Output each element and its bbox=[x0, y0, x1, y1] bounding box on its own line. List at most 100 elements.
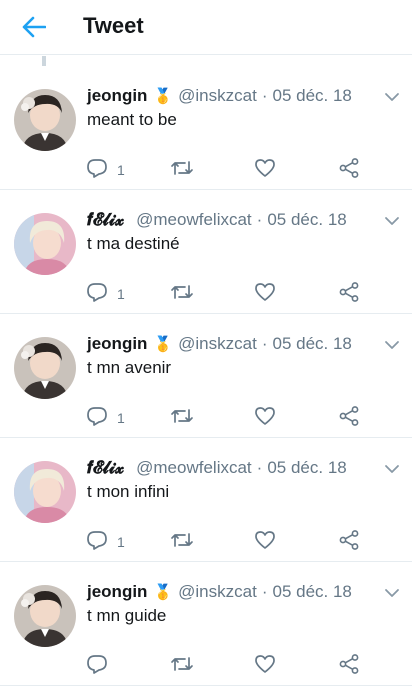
like-button[interactable] bbox=[254, 654, 276, 678]
reply-count: 1 bbox=[117, 410, 125, 426]
tweet-date[interactable]: 05 déc. 18 bbox=[272, 334, 351, 354]
share-button[interactable] bbox=[338, 405, 360, 432]
retweet-button[interactable] bbox=[170, 282, 194, 306]
reply-icon bbox=[86, 281, 108, 308]
tweet-actions bbox=[86, 653, 366, 680]
retweet-button[interactable] bbox=[170, 654, 194, 678]
share-icon bbox=[338, 653, 360, 680]
retweet-icon bbox=[170, 157, 194, 184]
tweet-header: 𝒇𝓔𝓵𝓲𝔁 @meowfelixcat · 05 déc. 18 bbox=[87, 458, 372, 478]
author-handle[interactable]: @meowfelixcat bbox=[136, 458, 252, 478]
reply-button[interactable]: 1 bbox=[86, 282, 125, 306]
reply-count: 1 bbox=[117, 286, 125, 302]
heart-icon bbox=[254, 281, 276, 308]
tweet-actions: 1 bbox=[86, 405, 366, 432]
avatar[interactable] bbox=[14, 461, 76, 523]
heart-icon bbox=[254, 157, 276, 184]
author-handle[interactable]: @inskzcat bbox=[178, 86, 257, 106]
author-name[interactable]: jeongin bbox=[87, 582, 147, 602]
tweet-text: t ma destiné bbox=[87, 234, 180, 253]
reply-icon bbox=[86, 157, 108, 184]
reply-count: 1 bbox=[117, 534, 125, 550]
like-button[interactable] bbox=[254, 530, 276, 554]
reply-button[interactable]: 1 bbox=[86, 406, 125, 430]
retweet-icon bbox=[170, 405, 194, 432]
author-name[interactable]: 𝒇𝓔𝓵𝓲𝔁 bbox=[87, 458, 124, 478]
like-button[interactable] bbox=[254, 406, 276, 430]
tweet-item[interactable]: jeongin 🥇 @inskzcat · 05 déc. 18 meant t… bbox=[0, 66, 412, 190]
tweet-header: jeongin 🥇 @inskzcat · 05 déc. 18 bbox=[87, 86, 372, 106]
tweet-text: t mon infini bbox=[87, 482, 170, 501]
reply-button[interactable]: 1 bbox=[86, 530, 125, 554]
avatar[interactable] bbox=[14, 585, 76, 647]
tweet-item[interactable]: 𝒇𝓔𝓵𝓲𝔁 @meowfelixcat · 05 déc. 18 t mon i… bbox=[0, 438, 412, 562]
tweet-item[interactable]: 𝒇𝓔𝓵𝓲𝔁 @meowfelixcat · 05 déc. 18 t ma de… bbox=[0, 190, 412, 314]
tweet-actions: 1 bbox=[86, 157, 366, 184]
tweet-actions: 1 bbox=[86, 281, 366, 308]
medal-emoji: 🥇 bbox=[153, 336, 173, 353]
app-header: Tweet bbox=[0, 0, 412, 55]
avatar[interactable] bbox=[14, 337, 76, 399]
tweet-item[interactable]: jeongin 🥇 @inskzcat · 05 déc. 18 t mn av… bbox=[0, 314, 412, 438]
tweet-date[interactable]: 05 déc. 18 bbox=[272, 582, 351, 602]
retweet-button[interactable] bbox=[170, 406, 194, 430]
reply-button[interactable] bbox=[86, 654, 117, 678]
separator-dot: · bbox=[256, 210, 263, 229]
author-name[interactable]: jeongin bbox=[87, 334, 147, 354]
tweet-item[interactable]: jeongin 🥇 @inskzcat · 05 déc. 18 t mn gu… bbox=[0, 562, 412, 686]
reply-icon bbox=[86, 529, 108, 556]
author-handle[interactable]: @inskzcat bbox=[178, 334, 257, 354]
page-title: Tweet bbox=[83, 13, 144, 38]
separator-dot: · bbox=[261, 334, 268, 353]
share-button[interactable] bbox=[338, 157, 360, 184]
author-name[interactable]: jeongin bbox=[87, 86, 147, 106]
share-icon bbox=[338, 281, 360, 308]
tweet-text: t mn avenir bbox=[87, 358, 172, 377]
chevron-down-icon[interactable] bbox=[384, 586, 400, 598]
tweet-date[interactable]: 05 déc. 18 bbox=[267, 210, 346, 230]
like-button[interactable] bbox=[254, 158, 276, 182]
retweet-button[interactable] bbox=[170, 158, 194, 182]
tweet-date[interactable]: 05 déc. 18 bbox=[272, 86, 351, 106]
chevron-down-icon[interactable] bbox=[384, 90, 400, 102]
tweet-header: jeongin 🥇 @inskzcat · 05 déc. 18 bbox=[87, 582, 372, 602]
retweet-button[interactable] bbox=[170, 530, 194, 554]
avatar[interactable] bbox=[14, 89, 76, 151]
medal-emoji: 🥇 bbox=[153, 88, 173, 105]
share-button[interactable] bbox=[338, 653, 360, 680]
tweet-header: jeongin 🥇 @inskzcat · 05 déc. 18 bbox=[87, 334, 372, 354]
retweet-icon bbox=[170, 281, 194, 308]
share-button[interactable] bbox=[338, 529, 360, 556]
chevron-down-icon[interactable] bbox=[384, 214, 400, 226]
share-icon bbox=[338, 405, 360, 432]
chevron-down-icon[interactable] bbox=[384, 338, 400, 350]
heart-icon bbox=[254, 653, 276, 680]
tweet-date[interactable]: 05 déc. 18 bbox=[267, 458, 346, 478]
reply-count: 1 bbox=[117, 162, 125, 178]
tweet-actions: 1 bbox=[86, 529, 366, 556]
arrow-left-icon bbox=[22, 16, 46, 38]
tweet-text: meant to be bbox=[87, 110, 177, 129]
reply-icon bbox=[86, 653, 108, 680]
author-name[interactable]: 𝒇𝓔𝓵𝓲𝔁 bbox=[87, 210, 124, 230]
reply-button[interactable]: 1 bbox=[86, 158, 125, 182]
retweet-icon bbox=[170, 529, 194, 556]
like-button[interactable] bbox=[254, 282, 276, 306]
separator-dot: · bbox=[256, 458, 263, 477]
heart-icon bbox=[254, 529, 276, 556]
back-button[interactable] bbox=[16, 12, 52, 42]
share-icon bbox=[338, 157, 360, 184]
avatar[interactable] bbox=[14, 213, 76, 275]
tweet-text: t mn guide bbox=[87, 606, 167, 625]
share-button[interactable] bbox=[338, 281, 360, 308]
chevron-down-icon[interactable] bbox=[384, 462, 400, 474]
heart-icon bbox=[254, 405, 276, 432]
author-handle[interactable]: @meowfelixcat bbox=[136, 210, 252, 230]
separator-dot: · bbox=[261, 582, 268, 601]
medal-emoji: 🥇 bbox=[153, 584, 173, 601]
share-icon bbox=[338, 529, 360, 556]
author-handle[interactable]: @inskzcat bbox=[178, 582, 257, 602]
retweet-icon bbox=[170, 653, 194, 680]
tweet-header: 𝒇𝓔𝓵𝓲𝔁 @meowfelixcat · 05 déc. 18 bbox=[87, 210, 372, 230]
separator-dot: · bbox=[261, 86, 268, 105]
